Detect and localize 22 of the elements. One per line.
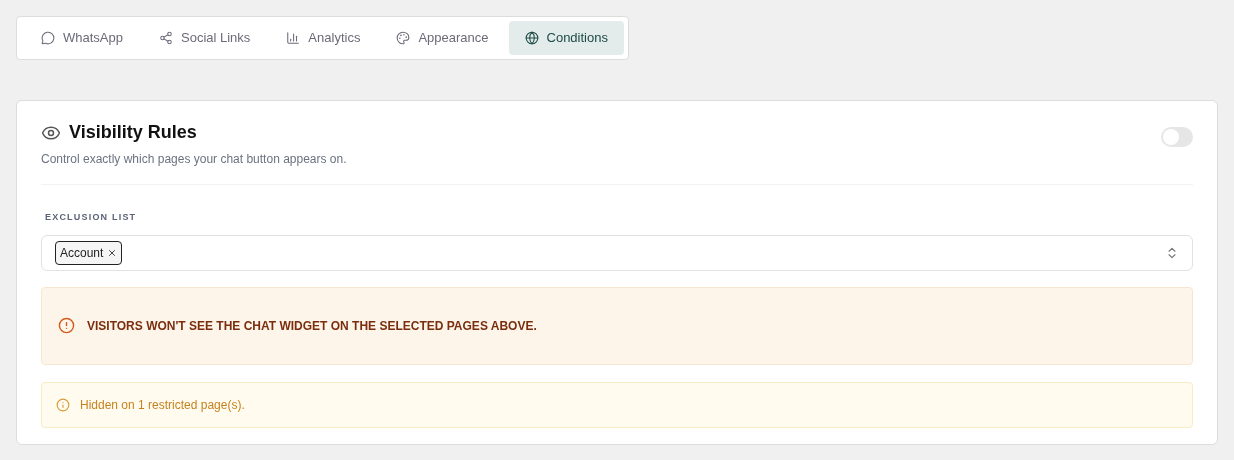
section-title: Visibility Rules [69,121,197,144]
alert-icon [58,317,75,334]
toggle-switch[interactable] [1161,127,1193,147]
tab[interactable]: Analytics [270,21,377,55]
bar-chart-icon [286,31,301,45]
tab[interactable]: Conditions [508,21,624,55]
info-text: Hidden on 1 restricted page(s). [80,396,245,414]
palette-icon [396,31,411,45]
warning-text: VISITORS WON'T SEE THE CHAT WIDGET ON THE SELECTED PAGES ABOVE. [87,317,537,335]
share-icon [159,31,173,45]
tag-chip: Account [55,240,123,265]
section-description: Control exactly which pages your chat button appears on. [41,151,347,168]
tab[interactable]: WhatsApp [25,21,139,55]
tab[interactable]: Social Links [143,21,267,55]
chat-bubble-icon [41,31,55,45]
remove-icon[interactable] [107,247,118,258]
globe-icon [524,31,539,45]
multi-select-field[interactable]: Account [41,234,1193,271]
field-label: EXCLUSION LIST [45,211,138,224]
tab[interactable]: Appearance [380,21,505,55]
info-icon [56,397,70,412]
chevron-icon [1165,245,1179,260]
